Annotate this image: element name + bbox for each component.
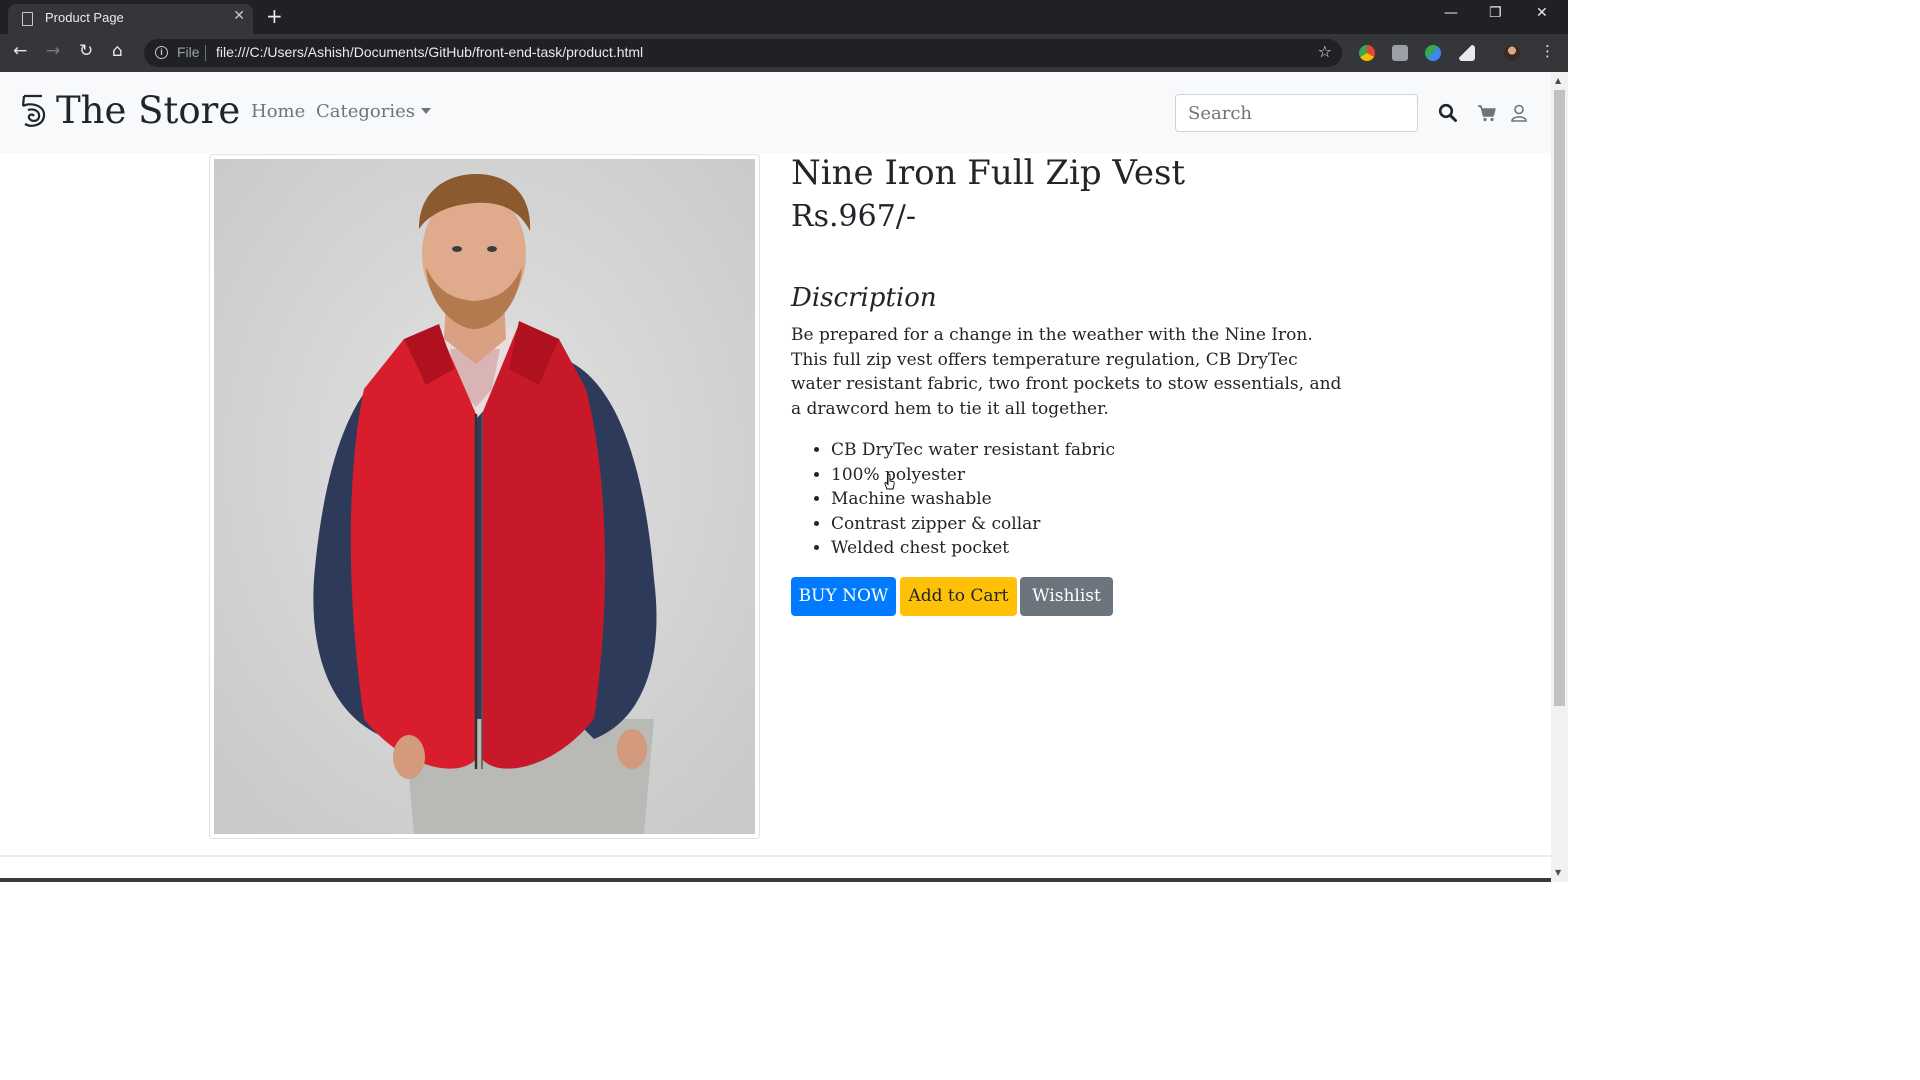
minimize-button[interactable]: — <box>1444 5 1458 21</box>
browser-tab[interactable]: Product Page ✕ <box>8 4 253 34</box>
page-viewport: The Store Home Categories Search Nine Ir… <box>0 72 1551 882</box>
categories-label: Categories <box>316 101 415 122</box>
extension-pen-icon[interactable] <box>1459 45 1475 61</box>
scrollbar-thumb[interactable] <box>1554 90 1565 706</box>
description-heading: Discription <box>791 283 937 313</box>
product-description: Be prepared for a change in the weather … <box>791 325 1342 419</box>
search-icon[interactable] <box>1438 103 1458 123</box>
feature-item: 100% polyester <box>831 463 1115 488</box>
restore-button[interactable]: ❐ <box>1489 5 1502 21</box>
cart-icon[interactable] <box>1477 103 1497 123</box>
feature-item: Machine washable <box>831 487 1115 512</box>
address-divider <box>205 45 206 61</box>
back-button[interactable]: ← <box>13 41 27 61</box>
browser-toolbar: ← → ↻ ⌂ i File file:///C:/Users/Ashish/D… <box>0 34 1568 72</box>
tab-title: Product Page <box>45 10 124 25</box>
close-tab-icon[interactable]: ✕ <box>233 8 245 24</box>
info-icon[interactable]: i <box>155 46 168 59</box>
feature-item: Welded chest pocket <box>831 536 1115 561</box>
extension-green-icon[interactable] <box>1425 45 1441 61</box>
store-logo-icon[interactable] <box>18 92 48 130</box>
browser-tab-strip: Product Page ✕ + — ❐ ✕ <box>0 0 1568 34</box>
window-close-button[interactable]: ✕ <box>1536 5 1548 21</box>
product-photo <box>214 159 755 834</box>
add-to-cart-button[interactable]: Add to Cart <box>900 577 1017 616</box>
product-title: Nine Iron Full Zip Vest <box>791 153 1186 193</box>
wishlist-button[interactable]: Wishlist <box>1020 577 1113 616</box>
feature-item: Contrast zipper & collar <box>831 512 1115 537</box>
browser-menu-icon[interactable]: ⋮ <box>1540 42 1555 60</box>
reload-button[interactable]: ↻ <box>79 41 93 61</box>
extension-grey-icon[interactable] <box>1392 45 1408 61</box>
vertical-scrollbar[interactable]: ▲ ▼ <box>1551 72 1568 882</box>
hand-cursor-icon <box>884 474 895 490</box>
new-tab-button[interactable]: + <box>266 4 283 28</box>
home-button[interactable]: ⌂ <box>112 41 123 61</box>
caret-down-icon <box>421 108 431 114</box>
footer-divider <box>0 855 1551 857</box>
bookmark-star-icon[interactable]: ☆ <box>1318 42 1332 61</box>
file-label: File <box>177 44 200 60</box>
nav-home-link[interactable]: Home <box>251 101 305 122</box>
site-navbar: The Store Home Categories <box>0 72 1551 153</box>
product-price: Rs.967/- <box>791 199 917 234</box>
feature-list: CB DryTec water resistant fabric 100% po… <box>831 438 1115 561</box>
buy-now-button[interactable]: BUY NOW <box>791 577 896 616</box>
nav-categories-dropdown[interactable]: Categories <box>316 101 431 122</box>
user-icon[interactable] <box>1509 103 1529 123</box>
scroll-up-arrow-icon[interactable]: ▲ <box>1555 76 1561 85</box>
search-input[interactable] <box>1175 94 1418 132</box>
scroll-down-arrow-icon[interactable]: ▼ <box>1555 868 1561 877</box>
profile-avatar[interactable] <box>1504 45 1520 61</box>
page-icon <box>22 12 33 26</box>
feature-item: CB DryTec water resistant fabric <box>831 438 1115 463</box>
brand-name[interactable]: The Store <box>56 89 240 132</box>
product-image <box>209 154 760 839</box>
url-text[interactable]: file:///C:/Users/Ashish/Documents/GitHub… <box>216 44 643 60</box>
address-bar[interactable]: i File file:///C:/Users/Ashish/Documents… <box>144 39 1342 67</box>
page-bottom-bar <box>0 878 1551 882</box>
forward-button[interactable]: → <box>46 41 60 61</box>
extension-chrome-icon[interactable] <box>1359 45 1375 61</box>
